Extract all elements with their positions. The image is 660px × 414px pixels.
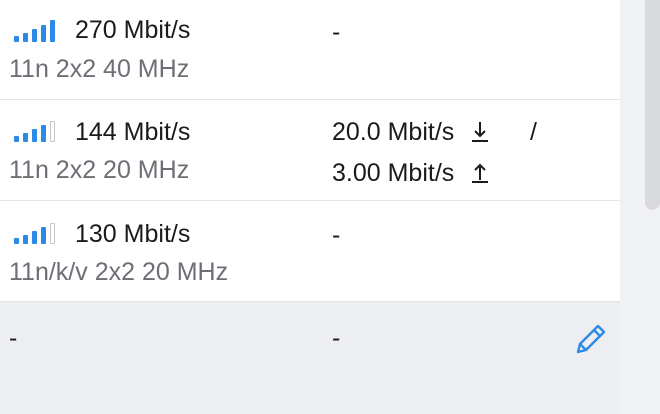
upload-throughput: 3.00 Mbit/s bbox=[332, 159, 489, 188]
wifi-mode: 11n/k/v 2x2 20 MHz bbox=[9, 258, 229, 286]
arrow-down-icon bbox=[472, 122, 489, 142]
table-row: 270 Mbit/s 11n 2x2 40 MHz - bbox=[0, 0, 620, 100]
arrow-up-icon bbox=[472, 163, 489, 183]
throughput: - bbox=[332, 221, 341, 249]
table-row-selected[interactable]: - - bbox=[0, 302, 620, 414]
signal-strength-icon bbox=[14, 222, 60, 244]
wifi-mode: 11n 2x2 20 MHz bbox=[9, 156, 190, 184]
upload-rate: 3.00 Mbit/s bbox=[332, 159, 455, 187]
download-rate: 20.0 Mbit/s bbox=[332, 118, 455, 146]
table-row: 144 Mbit/s 11n 2x2 20 MHz 20.0 Mbit/s / … bbox=[0, 100, 620, 201]
throughput: - bbox=[332, 18, 341, 46]
throughput-separator: / bbox=[530, 118, 537, 146]
signal-strength-icon bbox=[14, 120, 60, 142]
signal-strength-icon bbox=[14, 20, 60, 42]
cell-value: - bbox=[9, 324, 18, 352]
table-row: 130 Mbit/s 11n/k/v 2x2 20 MHz - bbox=[0, 201, 620, 302]
wireless-client-table: 270 Mbit/s 11n 2x2 40 MHz - 144 Mbit/s 1… bbox=[0, 0, 620, 414]
cell-value: - bbox=[332, 324, 341, 352]
link-rate: 144 Mbit/s bbox=[75, 118, 191, 146]
pencil-icon[interactable] bbox=[572, 320, 610, 358]
link-rate: 130 Mbit/s bbox=[75, 220, 191, 248]
scrollbar-thumb[interactable] bbox=[645, 0, 660, 210]
wifi-mode: 11n 2x2 40 MHz bbox=[9, 55, 190, 83]
link-rate: 270 Mbit/s bbox=[75, 16, 191, 44]
download-throughput: 20.0 Mbit/s bbox=[332, 118, 489, 147]
